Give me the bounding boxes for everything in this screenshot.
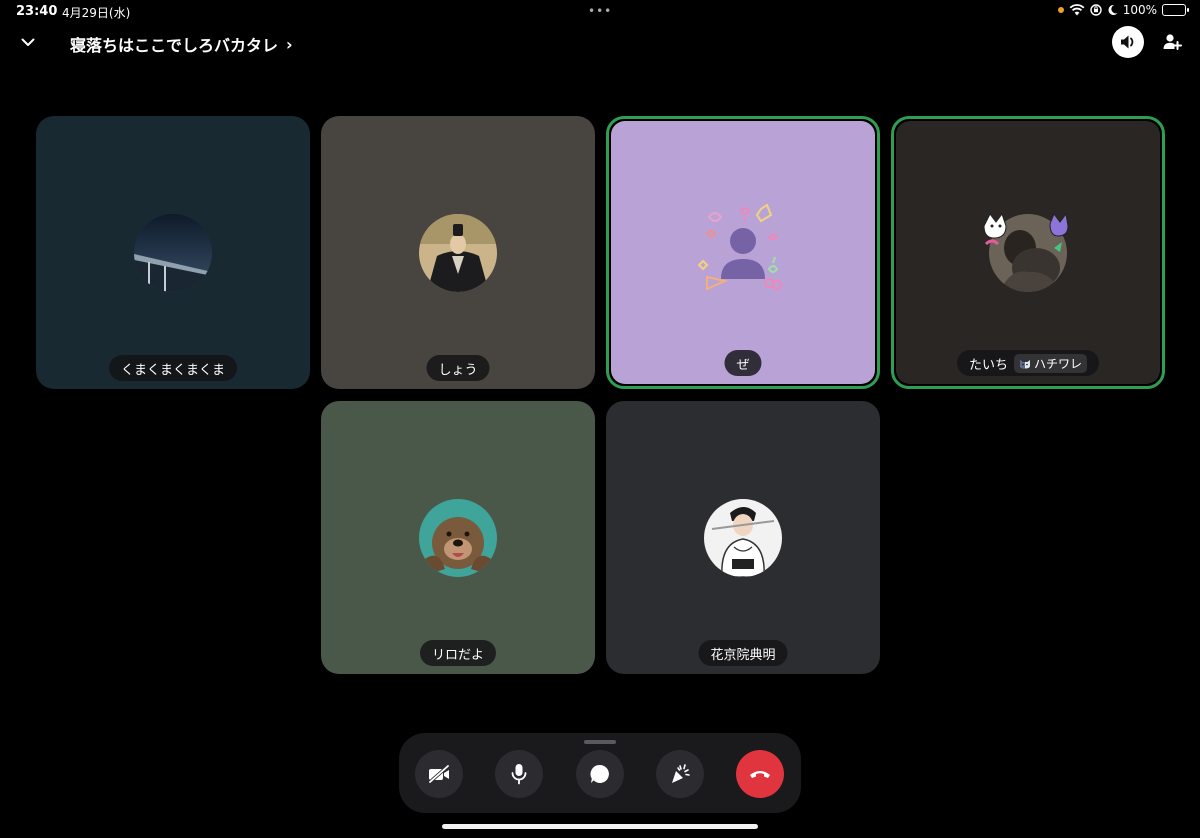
invite-user-button[interactable] (1160, 30, 1184, 54)
activity-party-icon (672, 764, 690, 783)
end-call-icon (750, 771, 770, 778)
avatar (697, 202, 789, 295)
wifi-icon (1069, 4, 1085, 16)
participant-name: ぜ (736, 357, 750, 373)
end-call-button[interactable] (736, 750, 784, 798)
chat-button[interactable] (576, 750, 624, 798)
microphone-button[interactable] (495, 750, 543, 798)
participant-tile[interactable]: ぜ (606, 116, 880, 389)
avatar (134, 213, 212, 292)
call-header: 寝落ちはここでしろバカタレ › (0, 26, 1200, 58)
server-tag-label: ハチワレ (1034, 356, 1083, 371)
battery-percent: 100% (1122, 3, 1157, 17)
mic-in-use-indicator-icon (1057, 7, 1064, 13)
participant-tile[interactable]: 花京院典明 (606, 401, 880, 674)
server-tag: ハチワレ (1014, 353, 1088, 373)
add-user-icon (1163, 34, 1182, 50)
participant-tile[interactable]: たいち ハチワレ (891, 116, 1165, 389)
channel-title-button[interactable]: 寝落ちはここでしろバカタレ › (70, 32, 293, 56)
status-indicators: 100% (1057, 3, 1189, 17)
participant-name-pill: リロだよ (419, 640, 497, 666)
status-date: 4月29日(水) (62, 6, 131, 20)
participant-name: リロだよ (431, 647, 485, 663)
chat-bubble-icon (590, 764, 609, 783)
participant-name: 花京院典明 (710, 647, 776, 663)
multitasking-dots-icon[interactable]: ••• (588, 4, 612, 18)
camera-toggle-button[interactable] (415, 750, 463, 798)
status-bar: 23:40 4月29日(水) ••• 100% (0, 0, 1200, 24)
drag-handle[interactable] (584, 740, 616, 744)
call-control-bar (399, 733, 801, 813)
collapse-button[interactable] (16, 30, 40, 54)
participant-name: しょう (438, 362, 478, 378)
chevron-down-icon (21, 38, 35, 46)
cat-face-icon (1020, 359, 1030, 368)
participant-name-pill: ぜ (724, 350, 762, 376)
participant-name: たいち (968, 357, 1008, 373)
participant-tile[interactable]: しょう (321, 116, 595, 389)
microphone-icon (511, 764, 527, 785)
participant-name-pill: くまくまくまくま (108, 355, 238, 381)
screen-lock-icon (1089, 4, 1102, 16)
activities-button[interactable] (656, 750, 704, 798)
avatar (704, 498, 782, 577)
avatar (983, 212, 1069, 292)
avatar (419, 498, 497, 577)
battery-icon (1162, 4, 1189, 16)
moon-icon (1108, 4, 1118, 15)
participant-name-pill: たいち ハチワレ (956, 350, 1100, 376)
camera-off-icon (428, 764, 450, 784)
speaker-button[interactable] (1112, 26, 1144, 58)
speaker-icon (1121, 35, 1134, 49)
participant-name-pill: 花京院典明 (698, 640, 788, 666)
participant-tile[interactable]: くまくまくまくま (36, 116, 310, 389)
chevron-right-icon: › (286, 34, 293, 54)
participant-tile[interactable]: リロだよ (321, 401, 595, 674)
participant-name-pill: しょう (426, 355, 490, 381)
status-time: 23:40 (16, 4, 58, 19)
participant-name: くまくまくまくま (120, 362, 226, 378)
avatar (419, 213, 497, 292)
home-indicator[interactable] (442, 824, 758, 829)
channel-title: 寝落ちはここでしろバカタレ (70, 36, 279, 55)
